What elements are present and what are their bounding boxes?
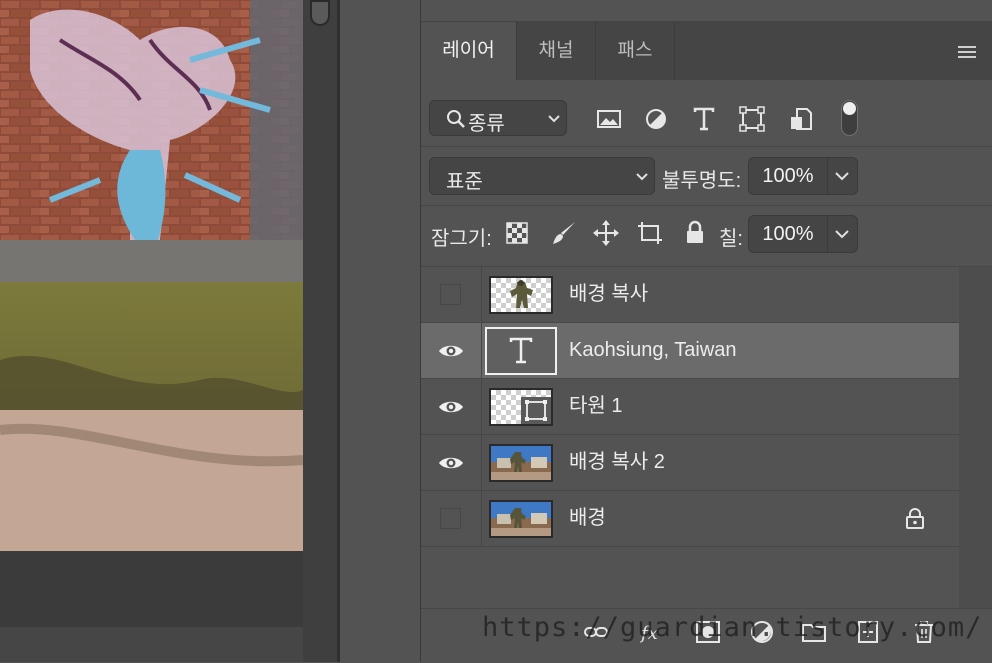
photo-thumbnail <box>491 446 551 480</box>
layer-thumbnail <box>489 388 553 426</box>
layer-thumbnail <box>489 276 553 314</box>
layer-name[interactable]: 배경 복사 <box>569 267 648 322</box>
tab-channels[interactable]: 채널 <box>517 22 595 80</box>
search-icon <box>447 110 465 128</box>
tab-separator <box>674 22 675 80</box>
layers-list-scrollbar[interactable] <box>959 267 992 608</box>
layer-name[interactable]: 배경 복사 2 <box>569 435 665 490</box>
lock-image-pixels-icon[interactable] <box>551 220 577 246</box>
shape-layer-icon <box>521 397 551 424</box>
blend-mode-select[interactable]: 표준 <box>429 157 655 195</box>
layer-row-background[interactable]: 배경 <box>421 491 959 547</box>
layers-list: 배경 복사 Kaohsiung, Taiwan 타원 1 배경 복사 2 배경 <box>421 267 959 608</box>
visibility-cell[interactable] <box>421 323 482 378</box>
row-divider <box>421 205 992 206</box>
opacity-value[interactable]: 100% <box>749 158 828 194</box>
layer-thumbnail <box>489 444 553 482</box>
visibility-cell[interactable] <box>421 267 482 322</box>
blend-mode-value: 표준 <box>446 171 483 193</box>
canvas-scroll-thumb[interactable] <box>310 0 330 26</box>
visibility-toggle-off[interactable] <box>440 508 461 529</box>
tab-paths[interactable]: 패스 <box>596 22 674 80</box>
chevron-down-icon[interactable] <box>827 216 857 252</box>
panel-menu-icon[interactable] <box>958 46 976 58</box>
fill-field[interactable]: 100% <box>748 215 858 253</box>
visibility-cell[interactable] <box>421 491 482 546</box>
lock-transparent-pixels-icon[interactable] <box>506 222 528 244</box>
tab-layers[interactable]: 레이어 <box>421 22 516 80</box>
text-layer-icon <box>509 337 533 364</box>
filter-toggle-switch[interactable] <box>841 100 858 136</box>
type-filter-icon[interactable] <box>691 106 717 132</box>
layer-name[interactable]: 타원 1 <box>569 379 622 434</box>
layer-thumbnail <box>485 327 557 375</box>
chevron-down-icon <box>548 115 560 123</box>
shape-filter-icon[interactable] <box>739 106 765 132</box>
row-divider <box>421 146 992 147</box>
panel-top-strip <box>421 0 992 22</box>
lock-artboard-icon[interactable] <box>637 220 663 246</box>
layer-thumbnail <box>489 500 553 538</box>
photo-thumbnail <box>491 502 551 536</box>
visibility-toggle-off[interactable] <box>440 284 461 305</box>
fill-value[interactable]: 100% <box>749 216 828 252</box>
eye-icon[interactable] <box>438 342 464 360</box>
eye-icon[interactable] <box>438 398 464 416</box>
fill-label: 칠: <box>719 228 743 250</box>
filter-kind-label: 종류 <box>468 113 505 135</box>
visibility-cell[interactable] <box>421 435 482 490</box>
layer-row-kaohsiung-text[interactable]: Kaohsiung, Taiwan <box>421 323 959 379</box>
layer-name[interactable]: 배경 <box>569 491 606 546</box>
visibility-cell[interactable] <box>421 379 482 434</box>
lock-position-icon[interactable] <box>593 220 619 246</box>
canvas-area[interactable] <box>0 0 340 662</box>
filter-kind-select[interactable]: 종류 <box>429 100 567 136</box>
canvas-vertical-scrollbar[interactable] <box>303 0 337 662</box>
photo-graffiti-wall <box>0 0 303 551</box>
smart-object-filter-icon[interactable] <box>788 106 814 132</box>
layer-row-background-copy-2[interactable]: 배경 복사 2 <box>421 435 959 491</box>
document-photo[interactable] <box>0 0 303 551</box>
opacity-field[interactable]: 100% <box>748 157 858 195</box>
layer-row-background-copy[interactable]: 배경 복사 <box>421 267 959 323</box>
watermark-text: https://guardian.tistory.com/ <box>482 612 983 643</box>
eye-icon[interactable] <box>438 454 464 472</box>
chevron-down-icon[interactable] <box>827 158 857 194</box>
layer-name[interactable]: Kaohsiung, Taiwan <box>569 323 737 378</box>
image-filter-icon[interactable] <box>596 106 622 132</box>
layer-row-ellipse-1[interactable]: 타원 1 <box>421 379 959 435</box>
panel-dock-gap <box>340 0 421 662</box>
lock-all-icon[interactable] <box>682 220 708 246</box>
chevron-down-icon <box>636 173 648 181</box>
figure-cutout-thumbnail <box>510 280 533 308</box>
opacity-label: 불투명도: <box>662 170 742 192</box>
lock-icon[interactable] <box>905 507 925 529</box>
layers-panel: 레이어 채널 패스 종류 표준 불투명도: 100% 잠그기: 칠: 100% … <box>421 0 992 663</box>
adjustment-filter-icon[interactable] <box>643 106 669 132</box>
lock-label: 잠그기: <box>431 228 492 250</box>
canvas-horizontal-scrollbar[interactable] <box>0 627 303 662</box>
panel-tab-bar: 레이어 채널 패스 <box>421 22 992 80</box>
